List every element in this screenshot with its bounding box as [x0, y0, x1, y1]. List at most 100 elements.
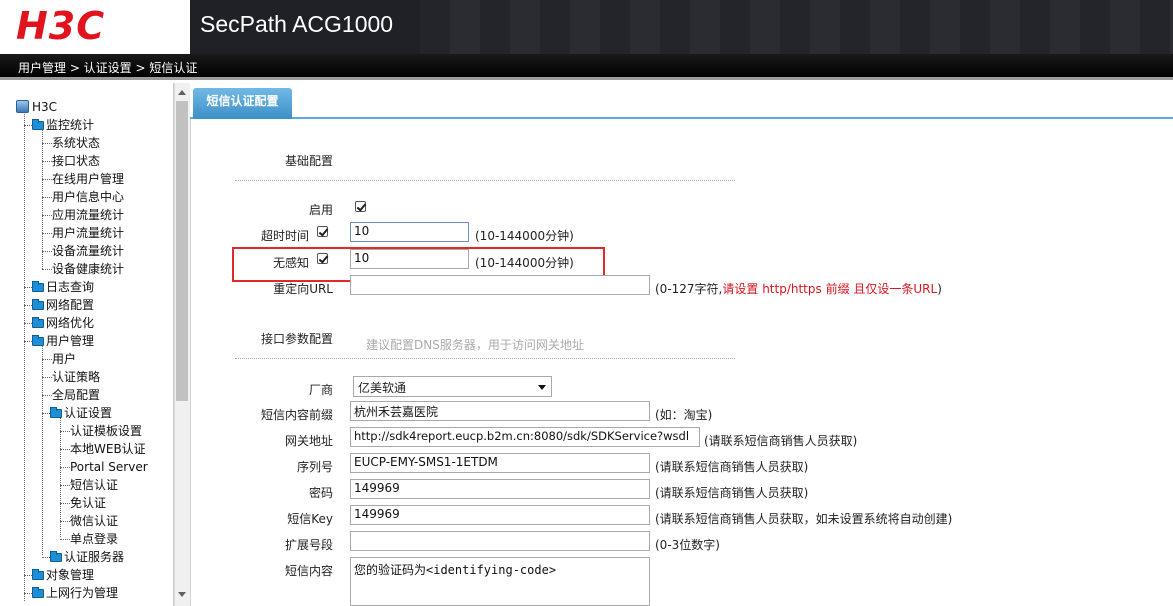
section-title-interface: 接口参数配置 [261, 332, 334, 346]
sidebar-item[interactable]: 设备流量统计 [52, 242, 124, 260]
sidebar-item[interactable]: Portal Server [70, 458, 148, 476]
prefix-input[interactable]: 杭州禾芸嘉医院 [350, 401, 650, 421]
sidebar-item[interactable]: 全局配置 [52, 386, 100, 404]
extension-input[interactable] [350, 531, 650, 551]
tree-connector [42, 251, 52, 252]
tree-connector [42, 233, 52, 234]
breadcrumb: 用户管理 > 认证设置 > 短信认证 [18, 61, 198, 75]
tree-connector [60, 503, 70, 504]
enable-label: 启用 [308, 203, 333, 217]
tree-connector [42, 143, 52, 144]
folder-icon [50, 551, 62, 562]
tree-connector [24, 111, 25, 601]
password-hint: (请联系短信商销售人员获取) [655, 486, 809, 500]
vendor-selected: 亿美软通 [358, 381, 407, 395]
serial-input[interactable]: EUCP-EMY-SMS1-1ETDM [350, 453, 650, 473]
sidebar-item[interactable]: 短信认证 [70, 476, 118, 494]
tree-connector [42, 557, 50, 558]
dropdown-arrow-icon [538, 385, 546, 390]
sidebar-item[interactable]: 监控统计 [32, 116, 94, 134]
sidebar-nav-tree: H3C 监控统计系统状态接口状态在线用户管理 用户信息中心 应用流量统计用户流量统计… [0, 83, 174, 606]
sidebar-item-label: 监控统计 [46, 118, 95, 132]
sidebar-item-label: 在线用户管理 [52, 172, 125, 186]
scroll-down-icon[interactable] [178, 592, 186, 597]
sidebar-item-label: 应用流量统计 [52, 208, 125, 222]
sidebar-item[interactable]: 应用流量统计 [52, 206, 124, 224]
sidebar-item[interactable]: 免认证 [70, 494, 106, 512]
folder-icon [50, 407, 62, 418]
gateway-input[interactable]: http://sdk4report.eucp.b2m.cn:8080/sdk/S… [350, 427, 700, 447]
folder-icon [32, 317, 44, 328]
timeout-checkbox[interactable] [317, 226, 328, 237]
sidebar-item[interactable]: 接口状态 [52, 152, 100, 170]
sidebar-item[interactable]: 用户管理 [32, 332, 94, 350]
folder-icon [32, 569, 44, 580]
sidebar-item-label: 认证模板设置 [70, 424, 143, 438]
sidebar-item-label: 短信认证 [70, 478, 119, 492]
sidebar-item-label: 单点登录 [70, 532, 119, 546]
sidebar-item[interactable]: 系统状态 [52, 134, 100, 152]
sidebar-item-label: 系统状态 [52, 136, 101, 150]
sidebar-item[interactable]: 认证服务器 [50, 548, 124, 566]
folder-icon [32, 281, 44, 292]
sidebar-item[interactable]: 在线用户管理 [52, 170, 124, 188]
redirect-url-input[interactable] [350, 275, 650, 295]
tree-connector [60, 539, 70, 540]
sidebar-item-label: 用户信息中心 [52, 190, 125, 204]
tab-sms-auth-config[interactable]: 短信认证配置 [193, 88, 292, 119]
tree-connector [42, 215, 52, 216]
sidebar-item[interactable]: 认证策略 [52, 368, 100, 386]
tree-connector [60, 467, 70, 468]
tree-connector [42, 269, 52, 270]
timeout-hint: (10-144000分钟) [475, 229, 574, 243]
tree-connector [42, 359, 52, 360]
sidebar-item[interactable]: 认证模板设置 [70, 422, 142, 440]
sidebar-scrollbar-thumb[interactable] [176, 101, 188, 401]
vendor-select[interactable]: 亿美软通 [353, 376, 552, 397]
folder-icon [32, 587, 44, 598]
timeout-input[interactable]: 10 [350, 222, 469, 242]
sidebar-item[interactable]: 网络配置 [32, 296, 94, 314]
sms-content-textarea[interactable]: 您的验证码为<identifying-code> [350, 557, 650, 606]
sidebar-item-label: 用户 [52, 352, 77, 366]
sidebar-item-label: 认证设置 [64, 406, 113, 420]
section-divider [235, 358, 735, 359]
computer-icon [16, 100, 29, 113]
sidebar-item[interactable]: 用户流量统计 [52, 224, 124, 242]
gateway-hint: (请联系短信商销售人员获取) [704, 434, 858, 448]
brand-logo: H3C [16, 4, 106, 48]
smskey-input[interactable]: 149969 [350, 505, 650, 525]
nosense-checkbox[interactable] [317, 253, 328, 264]
serial-label: 序列号 [296, 460, 333, 474]
vendor-label: 厂商 [308, 383, 333, 397]
smskey-hint: (请联系短信商销售人员获取，如未设置系统将自动创建) [655, 512, 953, 526]
tree-connector [60, 417, 61, 537]
sidebar-item[interactable]: 设备健康统计 [52, 260, 124, 278]
tree-connector [24, 593, 32, 594]
sidebar-item[interactable]: 微信认证 [70, 512, 118, 530]
enable-checkbox[interactable] [355, 201, 366, 212]
sidebar-item[interactable]: 网络优化 [32, 314, 94, 332]
sidebar-item[interactable]: 日志查询 [32, 278, 94, 296]
sidebar-item[interactable]: 用户 [52, 350, 76, 368]
tree-root[interactable]: H3C [16, 98, 57, 116]
sidebar-item-label: 微信认证 [70, 514, 119, 528]
password-input[interactable]: 149969 [350, 479, 650, 499]
nosense-label: 无感知 [272, 256, 309, 270]
tree-connector [42, 395, 52, 396]
tree-root-label: H3C [32, 100, 58, 114]
sidebar-item[interactable]: 上网行为管理 [32, 584, 118, 602]
section-title-basic: 基础配置 [285, 154, 334, 168]
sidebar-item[interactable]: 用户信息中心 [52, 188, 124, 206]
sidebar-item-label: 上网行为管理 [46, 586, 119, 600]
sidebar-item-label: 用户管理 [46, 334, 95, 348]
scroll-up-icon[interactable] [178, 90, 186, 95]
sidebar-item[interactable]: 本地WEB认证 [70, 440, 146, 458]
sidebar-item[interactable]: 认证设置 [50, 404, 112, 422]
sidebar-item-label: 网络配置 [46, 298, 95, 312]
sidebar-item[interactable]: 对象管理 [32, 566, 94, 584]
redirect-hint-prefix: (0-127字符, [655, 282, 723, 296]
header-decoration [420, 0, 1173, 54]
nosense-input[interactable]: 10 [350, 249, 469, 269]
sidebar-item[interactable]: 单点登录 [70, 530, 118, 548]
